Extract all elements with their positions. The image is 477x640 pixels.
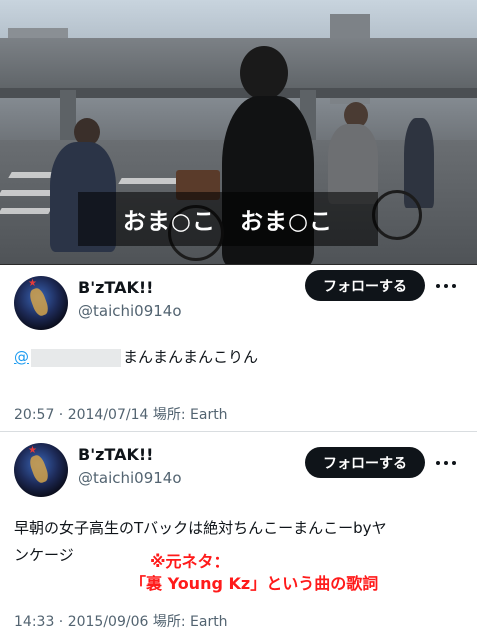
follow-button[interactable]: フォローする bbox=[305, 447, 425, 478]
annotation-title: ※元ネタ： bbox=[150, 552, 230, 571]
user-handle[interactable]: @taichi0914o bbox=[78, 302, 182, 320]
tweet-text: @ まんまんまんこりん bbox=[14, 344, 258, 371]
tweet-meta: 14:33 · 2015/09/06 場所: Earth bbox=[14, 611, 228, 631]
avatar-figure bbox=[27, 453, 51, 485]
avatar[interactable]: ★ bbox=[14, 443, 68, 497]
video-crosswalk-stripe bbox=[0, 208, 52, 214]
tweet-text-line: 早朝の女子高生のTバックは絶対ちんこーまんこーbyヤ bbox=[14, 519, 387, 537]
display-name[interactable]: B'zTAK!! bbox=[78, 278, 153, 297]
display-name[interactable]: B'zTAK!! bbox=[78, 445, 153, 464]
dot bbox=[444, 461, 448, 465]
more-icon[interactable] bbox=[432, 452, 460, 474]
dot bbox=[452, 284, 456, 288]
timestamp[interactable]: 20:57 · 2014/07/14 bbox=[14, 407, 148, 423]
location-label: 場所: bbox=[152, 407, 186, 423]
video-person-head bbox=[240, 46, 288, 100]
annotation-text: 「裏 Young Kz」という曲の歌詞 bbox=[130, 574, 379, 593]
video-crosswalk-stripe bbox=[118, 178, 182, 184]
user-handle[interactable]: @taichi0914o bbox=[78, 469, 182, 487]
tweet-meta: 20:57 · 2014/07/14 場所: Earth bbox=[14, 404, 228, 424]
more-icon[interactable] bbox=[432, 275, 460, 297]
location[interactable]: Earth bbox=[190, 614, 228, 630]
video-frame: おま○こ おま○こ bbox=[0, 0, 477, 265]
redacted-username bbox=[31, 348, 121, 367]
avatar[interactable]: ★ bbox=[14, 276, 68, 330]
video-subtitle: おま○こ おま○こ bbox=[122, 209, 334, 235]
mention-link[interactable]: @ bbox=[14, 348, 29, 366]
location-label: 場所: bbox=[152, 614, 186, 630]
follow-button[interactable]: フォローする bbox=[305, 270, 425, 301]
tweet-text-body: まんまんまんこりん bbox=[123, 348, 259, 366]
dot bbox=[436, 284, 440, 288]
dot bbox=[444, 284, 448, 288]
dot bbox=[436, 461, 440, 465]
avatar-figure bbox=[27, 286, 51, 318]
timestamp[interactable]: 14:33 · 2015/09/06 bbox=[14, 614, 148, 630]
location[interactable]: Earth bbox=[190, 407, 228, 423]
dot bbox=[452, 461, 456, 465]
tweet: ★ B'zTAK!! @taichi0914o フォローする 早朝の女子高生のT… bbox=[0, 433, 477, 640]
tweet: ★ B'zTAK!! @taichi0914o フォローする @ まんまんまんこり… bbox=[0, 266, 477, 432]
video-bike-wheel bbox=[372, 190, 422, 240]
video-overpass bbox=[0, 38, 477, 90]
